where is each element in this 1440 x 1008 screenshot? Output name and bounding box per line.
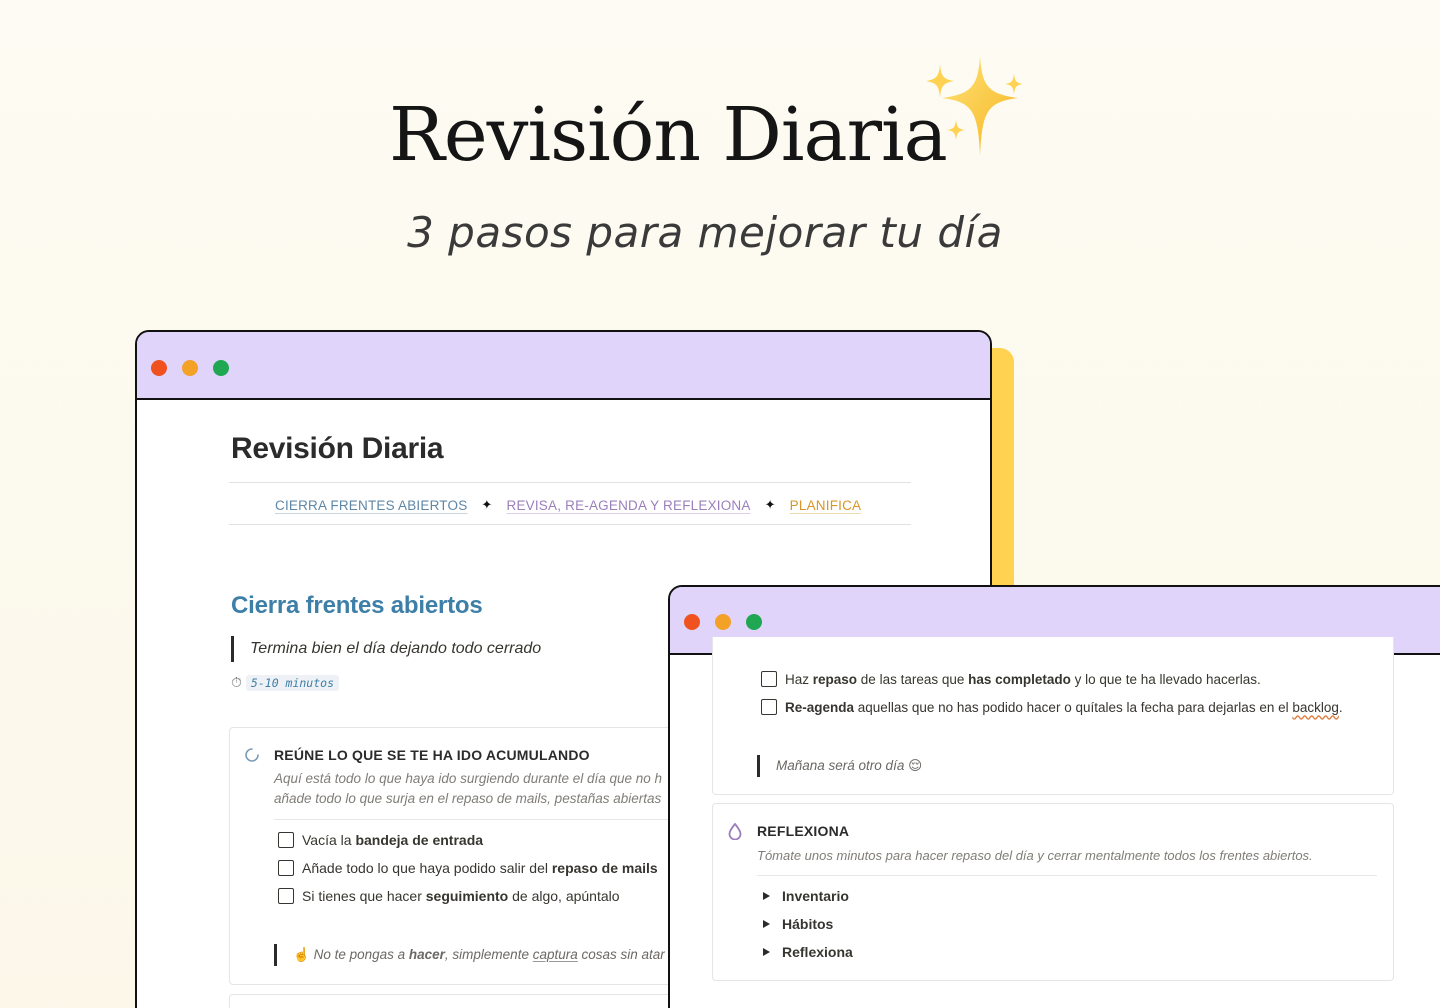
divider xyxy=(229,482,911,483)
triangle-right-icon[interactable] xyxy=(763,892,770,900)
star-separator-icon: ✦ xyxy=(481,497,493,512)
close-dot-icon[interactable] xyxy=(151,360,167,376)
checkbox[interactable] xyxy=(278,860,294,876)
todo-item[interactable]: Si tienes que hacer seguimiento de algo,… xyxy=(278,888,620,904)
toggle-label: Inventario xyxy=(782,888,849,904)
divider xyxy=(757,875,1377,876)
sparkles-icon xyxy=(926,56,1023,156)
stopwatch-icon: ⏱ xyxy=(231,674,242,690)
section-nav: CIERRA FRENTES ABIERTOS ✦ REVISA, RE-AGE… xyxy=(275,497,861,513)
toggle-label: Hábitos xyxy=(782,916,834,932)
todo-text: Añade todo lo que haya podido salir del … xyxy=(302,860,658,876)
hero-subtitle: 3 pasos para mejorar tu día xyxy=(407,208,1003,257)
star-separator-icon: ✦ xyxy=(764,497,776,512)
loading-circle-icon xyxy=(245,748,259,762)
minimize-dot-icon[interactable] xyxy=(715,614,731,630)
nav-link-planifica[interactable]: PLANIFICA xyxy=(790,498,862,513)
todo-item[interactable]: Re-agenda aquellas que no has podido hac… xyxy=(761,699,1343,715)
checkbox[interactable] xyxy=(761,699,777,715)
window-titlebar xyxy=(137,332,990,400)
secondary-window: Haz repaso de las tareas que has complet… xyxy=(668,585,1440,1008)
hero-title: Revisión Diaria xyxy=(389,92,948,178)
todo-item[interactable]: Añade todo lo que haya podido salir del … xyxy=(278,860,658,876)
todo-text: Haz repaso de las tareas que has complet… xyxy=(785,671,1261,687)
page-title: Revisión Diaria xyxy=(231,432,444,465)
note-block: Mañana será otro día 😌 xyxy=(757,755,922,777)
card-description: Tómate unos minutos para hacer repaso de… xyxy=(757,848,1313,863)
divider xyxy=(229,524,911,525)
maximize-dot-icon[interactable] xyxy=(746,614,762,630)
close-dot-icon[interactable] xyxy=(684,614,700,630)
triangle-right-icon[interactable] xyxy=(763,920,770,928)
maximize-dot-icon[interactable] xyxy=(213,360,229,376)
toggle-label: Reflexiona xyxy=(782,944,853,960)
note-block: ☝️ No te pongas a hacer, simplemente cap… xyxy=(274,944,665,966)
todo-text: Si tienes que hacer seguimiento de algo,… xyxy=(302,888,620,904)
section-heading: Cierra frentes abiertos xyxy=(231,592,483,619)
card-heading: REFLEXIONA xyxy=(757,823,850,839)
checkbox[interactable] xyxy=(278,888,294,904)
nav-link-revisa[interactable]: REVISA, RE-AGENDA Y REFLEXIONA xyxy=(507,498,751,513)
toggle-reflexiona[interactable]: Reflexiona xyxy=(763,944,853,960)
task-card: Haz repaso de las tareas que has complet… xyxy=(712,637,1394,795)
card-description: añade todo lo que surja en el repaso de … xyxy=(274,791,662,806)
todo-item[interactable]: Vacía la bandeja de entrada xyxy=(278,832,483,848)
timer-code: 5-10 minutos xyxy=(245,674,340,691)
checkbox[interactable] xyxy=(278,832,294,848)
pointing-finger-icon: ☝️ xyxy=(293,947,310,962)
card-heading: REÚNE LO QUE SE TE HA IDO ACUMULANDO xyxy=(274,747,590,763)
todo-text: Re-agenda aquellas que no has podido hac… xyxy=(785,699,1343,715)
timer-row: ⏱ 5-10 minutos xyxy=(231,674,340,691)
nav-link-cierra[interactable]: CIERRA FRENTES ABIERTOS xyxy=(275,498,467,513)
checkbox[interactable] xyxy=(761,671,777,687)
toggle-inventario[interactable]: Inventario xyxy=(763,888,849,904)
card-description: Aquí está todo lo que haya ido surgiendo… xyxy=(274,771,663,786)
todo-item[interactable]: Haz repaso de las tareas que has complet… xyxy=(761,671,1261,687)
drop-icon xyxy=(728,822,742,840)
toggle-habitos[interactable]: Hábitos xyxy=(763,916,833,932)
triangle-right-icon[interactable] xyxy=(763,948,770,956)
todo-text: Vacía la bandeja de entrada xyxy=(302,832,484,848)
quote-block: Termina bien el día dejando todo cerrado xyxy=(231,636,541,662)
reflection-card: REFLEXIONA Tómate unos minutos para hace… xyxy=(712,803,1394,981)
minimize-dot-icon[interactable] xyxy=(182,360,198,376)
